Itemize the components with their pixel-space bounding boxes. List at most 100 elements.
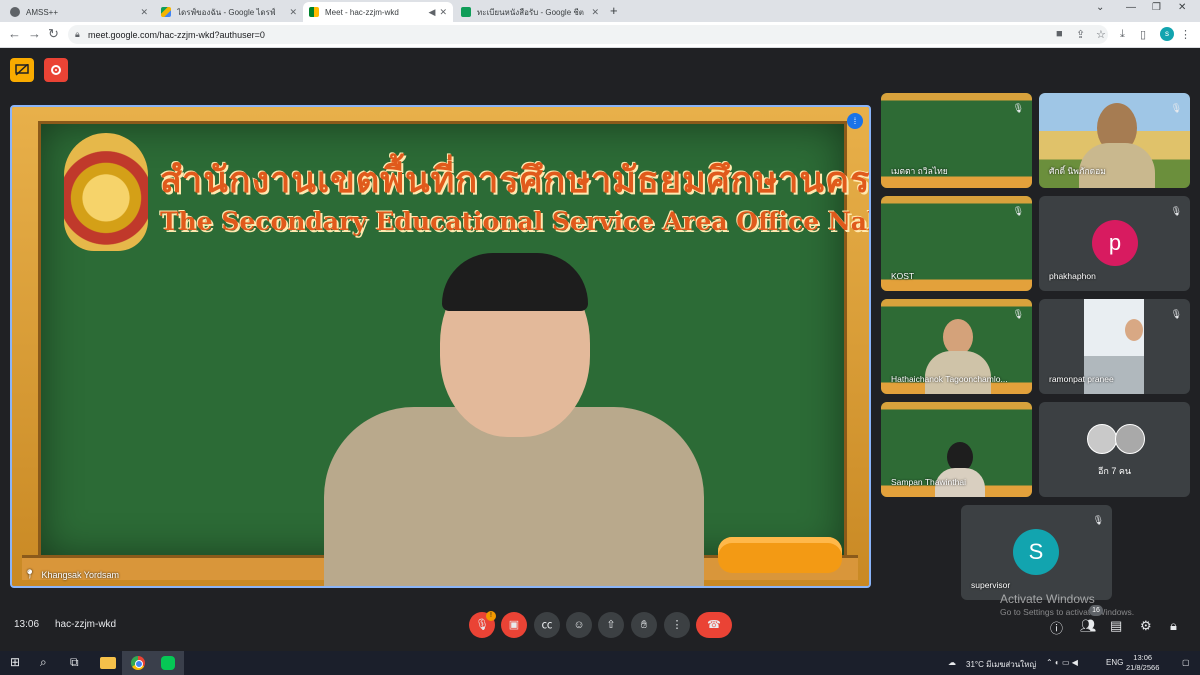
back-button[interactable]: ← [8,26,21,41]
windows-taskbar: ⊞ ⌕ ⧉ ☁︎ 31°C มีเมฆส่วนใหญ่ ⌃ ◐ ▭ ◀︎ ENG… [0,651,1200,675]
search-icon[interactable]: ⌕ [40,655,47,670]
google-sheets-icon [461,7,471,17]
meeting-code: hac-zzjm-wkd [55,619,117,630]
mic-off-icon: 🎙︎ [475,619,489,631]
side-panel-icon[interactable]: ▯ [1140,28,1146,41]
globe-icon [10,7,20,17]
banner-english-title: The Secondary Educational Service Area O… [160,207,869,236]
share-icon[interactable]: ⇪ [1076,28,1085,41]
system-clock[interactable]: 13:06 21/8/2566 [1126,653,1159,673]
tab-google-sheets[interactable]: ทะเบียนหนังสือรับ - Google ชีต ✕ [455,2,605,22]
meeting-details-icon[interactable]: ⓘ [1050,618,1063,637]
profile-avatar[interactable]: s [1160,27,1174,41]
chat-icon[interactable]: ▤ [1110,618,1122,634]
tab-amss[interactable]: AMSS++ ✕ [4,2,154,22]
participant-face [943,319,973,355]
weather-status[interactable]: 31°C มีเมฆส่วนใหญ่ [966,658,1036,671]
window-close-button[interactable]: ✕ [1178,2,1186,13]
close-icon[interactable]: ✕ [439,7,447,18]
participant-tile[interactable]: Sampan Thawinthai [881,402,1032,497]
camera-icon[interactable]: ■ [1056,28,1063,40]
more-participants-label: อีก 7 คน [1097,466,1132,476]
speaker-name: Khangsak Yordsam [41,569,119,580]
pin-icon[interactable]: 📍︎ [24,569,35,580]
more-vert-icon: ⋮ [671,619,683,631]
windows-start-icon[interactable]: ⊞ [10,655,20,669]
mic-off-icon: 🎙︎ [1012,309,1024,319]
browser-tab-strip: AMSS++ ✕ ไดรฟ์ของฉัน - Google ไดรฟ์ ✕ Me… [0,0,1200,22]
participant-tile[interactable]: 🎙︎ ramonpat pranee [1039,299,1190,394]
people-icon[interactable]: 👥︎ [1080,618,1097,634]
emoji-icon: ☺ [573,619,585,631]
address-bar[interactable]: 🔒︎ meet.google.com/hac-zzjm-wkd?authuser… [68,25,1108,44]
participant-name: ศักดิ์ นิพภักดอม [1049,166,1106,176]
forward-button[interactable]: → [28,26,41,41]
participant-tile[interactable]: 🎙︎ KOST [881,196,1032,291]
banner-thai-title: สำนักงานเขตพื้นที่การศึกษามัธยมศึกษานครส… [160,159,871,201]
hang-up-icon: ☎︎ [707,619,721,631]
camera-button[interactable]: ▣ [501,612,527,638]
chrome-icon[interactable] [122,651,154,675]
host-controls-icon[interactable]: 🔒︎ [1170,618,1177,634]
present-button[interactable]: ⇧ [598,612,624,638]
participant-tile[interactable]: 🎙︎ Hathaichanok Tagoonchamlo... [881,299,1032,394]
participant-tile[interactable]: p 🎙︎ phakhaphon [1039,196,1190,291]
close-icon[interactable]: ✕ [289,7,297,18]
mic-off-icon: 🎙︎ [1092,515,1104,525]
menu-icon[interactable]: ⋮ [1180,28,1191,41]
more-participants-tile[interactable]: อีก 7 คน [1039,402,1190,497]
participant-name: ramonpat pranee [1049,374,1114,384]
lock-icon: 🔒︎ [75,29,80,39]
new-tab-button[interactable]: + [610,3,618,18]
closed-captions-icon: ㏄ [541,619,553,631]
participant-name: Sampan Thawinthai [891,477,966,487]
participant-tile[interactable]: 🎙︎ เมตตา ถวิลไทย [881,93,1032,188]
tab-search-icon[interactable]: ⌄ [1096,2,1104,13]
download-icon[interactable]: ⤓ [1120,28,1125,41]
captions-button[interactable]: ㏄ [534,612,560,638]
google-meet-icon [309,7,319,17]
bookmark-star-icon[interactable]: ☆ [1096,28,1106,41]
reactions-button[interactable]: ☺ [566,612,592,638]
participant-tile[interactable]: 🎙︎ ศักดิ์ นิพภักดอม [1039,93,1190,188]
file-explorer-icon[interactable] [92,651,124,675]
speaker-hair [442,253,588,311]
weather-icon[interactable]: ☁︎ [948,658,956,667]
system-tray-icons[interactable]: ⌃ ◐ ▭ ◀︎ [1046,658,1078,667]
speaking-indicator-icon: ⁞ [847,113,863,129]
camera-off-icon: ▣ [508,619,520,631]
present-screen-icon: ⇧ [606,619,616,631]
raise-hand-button[interactable]: ✋︎ [631,612,657,638]
tab-meet[interactable]: Meet - hac-zzjm-wkd ◀ ✕ [303,2,453,22]
more-options-button[interactable]: ⋮ [664,612,690,638]
mic-off-icon: 🎙︎ [1170,103,1182,113]
self-view-tile[interactable]: S 🎙︎ supervisor [961,505,1112,600]
task-view-icon[interactable]: ⧉ [70,655,79,670]
input-language[interactable]: ENG [1106,658,1123,667]
close-icon[interactable]: ✕ [140,7,148,18]
participant-name: เมตตา ถวิลไทย [891,166,948,176]
tab-google-drive[interactable]: ไดรฟ์ของฉัน - Google ไดรฟ์ ✕ [155,2,303,22]
browser-toolbar: ← → ↻ 🔒︎ meet.google.com/hac-zzjm-wkd?au… [0,22,1200,48]
participant-avatar [1115,424,1145,454]
reload-button[interactable]: ↻ [48,26,59,42]
activities-icon[interactable]: ⚙︎ [1140,618,1152,634]
restore-button[interactable]: ❐ [1152,2,1161,13]
notifications-icon[interactable]: ▢ [1182,658,1190,667]
participant-avatar: p [1092,220,1138,266]
leave-call-button[interactable]: ☎︎ [696,612,732,638]
participant-name: KOST [891,271,915,281]
minimize-button[interactable]: — [1126,2,1136,13]
google-drive-icon [161,7,171,17]
close-icon[interactable]: ✕ [591,7,599,18]
hand-raise-notice-button[interactable] [10,58,34,82]
participant-name: Hathaichanok Tagoonchamlo... [891,374,1008,384]
main-speaker-tile[interactable]: สำนักงานเขตพื้นที่การศึกษามัธยมศึกษานครส… [10,105,871,588]
board-eraser [718,537,842,573]
line-app-icon[interactable] [152,651,184,675]
recording-button[interactable] [44,58,68,82]
mic-off-icon: 🎙︎ [1012,103,1024,113]
participant-face [1125,319,1143,341]
mic-off-icon: 🎙︎ [1170,309,1182,319]
mic-off-icon: 🎙︎ [1170,206,1182,216]
